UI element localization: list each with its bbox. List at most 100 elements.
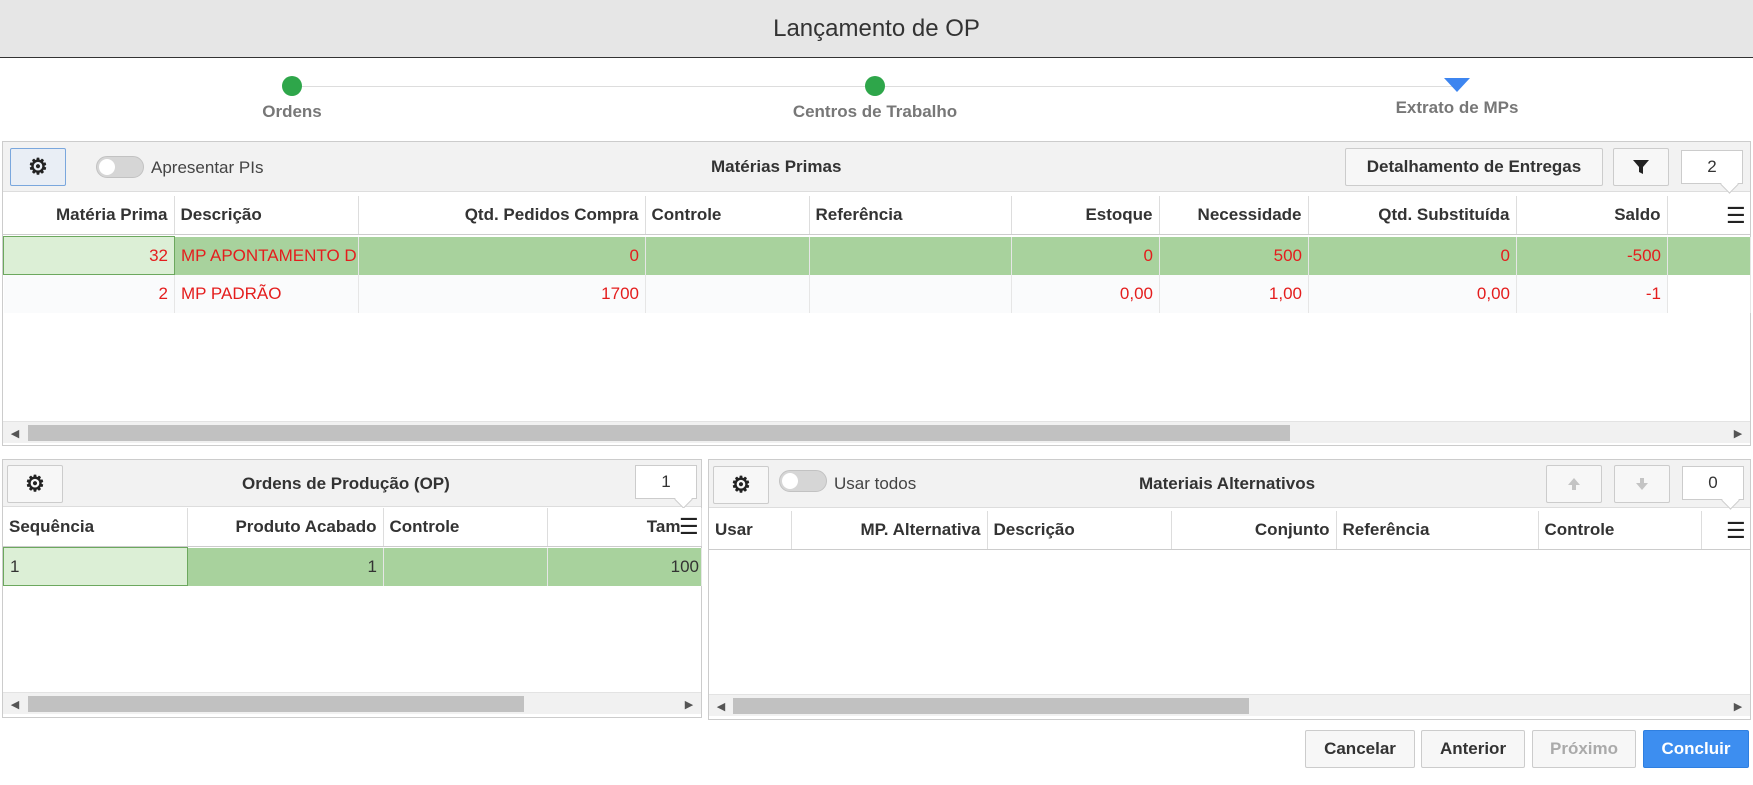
alternativos-settings-button[interactable]: ⚙	[713, 466, 769, 504]
cell-referencia[interactable]	[809, 236, 1012, 275]
gear-icon: ⚙	[731, 472, 751, 497]
wizard-step-centros[interactable]: Centros de Trabalho	[755, 76, 995, 122]
ordens-count: 1	[635, 465, 697, 499]
cell-tam[interactable]: 100	[547, 547, 702, 586]
wizard-step-label: Extrato de MPs	[1395, 98, 1519, 117]
alternativos-title: Materiais Alternativos	[1139, 474, 1316, 493]
wizard-steps: Ordens Centros de Trabalho Extrato de MP…	[0, 58, 1753, 138]
col-necessidade[interactable]: Necessidade	[1159, 196, 1309, 234]
cell-qtd-substituida[interactable]: 0,00	[1308, 274, 1517, 313]
materias-grid-header: Matéria Prima Descrição Qtd. Pedidos Com…	[3, 196, 1750, 235]
cell-necessidade[interactable]: 1,00	[1159, 274, 1309, 313]
col-controle[interactable]: Controle	[1538, 511, 1702, 549]
apresentar-pis-toggle[interactable]	[96, 156, 144, 178]
move-up-button[interactable]	[1546, 465, 1602, 503]
cell-qtd-pedidos[interactable]: 1700	[358, 274, 646, 313]
alternativos-grid-header: Usar MP. Alternativa Descrição Conjunto …	[709, 511, 1750, 550]
arrow-up-icon	[1568, 478, 1580, 490]
gear-icon: ⚙	[25, 471, 45, 496]
cell-qtd-pedidos[interactable]: 0	[358, 236, 646, 275]
cell-saldo[interactable]: -1	[1516, 274, 1668, 313]
col-estoque[interactable]: Estoque	[1011, 196, 1160, 234]
ordens-producao-panel: ⚙ Ordens de Produção (OP) 1 Sequência Pr…	[2, 459, 702, 718]
cell-referencia[interactable]	[809, 274, 1012, 313]
scroll-left-icon[interactable]: ◀	[711, 695, 731, 717]
scroll-thumb[interactable]	[28, 425, 1290, 441]
materias-grid-body: 32 MP APONTAMENTO DE 0 0 500 0 -500 2 MP…	[3, 236, 1751, 313]
ordens-hscrollbar[interactable]: ◀ ▶	[3, 692, 701, 714]
cell-sequencia[interactable]: 1	[3, 547, 188, 586]
materias-settings-button[interactable]: ⚙	[10, 148, 66, 186]
step-done-icon	[865, 76, 885, 96]
materias-title: Matérias Primas	[711, 157, 842, 176]
ordens-grid-body: 1 1 100	[3, 547, 702, 586]
scroll-right-icon[interactable]: ▶	[1728, 695, 1748, 717]
alternativos-toolbar: ⚙ Usar todos Materiais Alternativos 0	[709, 460, 1750, 508]
col-descricao[interactable]: Descrição	[174, 196, 359, 234]
col-mp-alternativa[interactable]: MP. Alternativa	[791, 511, 988, 549]
arrow-down-icon	[1636, 478, 1648, 490]
col-materia-prima[interactable]: Matéria Prima	[3, 196, 175, 234]
col-referencia[interactable]: Referência	[809, 196, 1012, 234]
apresentar-pis-label: Apresentar PIs	[151, 158, 264, 177]
col-referencia[interactable]: Referência	[1336, 511, 1539, 549]
col-conjunto[interactable]: Conjunto	[1171, 511, 1337, 549]
materias-hscrollbar[interactable]: ◀ ▶	[3, 421, 1750, 443]
column-menu-icon[interactable]: ☰	[679, 516, 699, 538]
column-menu-icon[interactable]: ☰	[1726, 205, 1746, 227]
cell-qtd-substituida[interactable]: 0	[1308, 236, 1517, 275]
next-button[interactable]: Próximo	[1532, 730, 1636, 768]
ordens-grid-header: Sequência Produto Acabado Controle Tam ☰	[3, 508, 702, 547]
scroll-left-icon[interactable]: ◀	[5, 693, 25, 715]
cell-materia-prima[interactable]: 2	[3, 274, 175, 313]
table-row[interactable]: 2 MP PADRÃO 1700 0,00 1,00 0,00 -1	[3, 274, 1751, 313]
wizard-step-label: Centros de Trabalho	[792, 102, 958, 121]
cell-materia-prima[interactable]: 32	[3, 236, 175, 275]
alternativos-hscrollbar[interactable]: ◀ ▶	[709, 694, 1750, 716]
cell-estoque[interactable]: 0,00	[1011, 274, 1160, 313]
filter-button[interactable]	[1613, 148, 1669, 186]
materiais-alternativos-panel: ⚙ Usar todos Materiais Alternativos 0 Us…	[708, 459, 1751, 720]
col-descricao[interactable]: Descrição	[987, 511, 1172, 549]
cell-controle[interactable]	[383, 547, 548, 586]
cell-controle[interactable]	[645, 274, 810, 313]
previous-button[interactable]: Anterior	[1421, 730, 1525, 768]
table-row[interactable]: 1 1 100	[3, 547, 702, 586]
cell-necessidade[interactable]: 500	[1159, 236, 1309, 275]
detalhamento-entregas-button[interactable]: Detalhamento de Entregas	[1345, 148, 1603, 186]
cell-controle[interactable]	[645, 236, 810, 275]
cell-produto-acabado[interactable]: 1	[187, 547, 384, 586]
scroll-right-icon[interactable]: ▶	[679, 693, 699, 715]
col-sequencia[interactable]: Sequência	[3, 508, 188, 546]
materias-count: 2	[1681, 150, 1743, 184]
gear-icon: ⚙	[28, 154, 48, 179]
col-saldo[interactable]: Saldo	[1516, 196, 1668, 234]
scroll-thumb[interactable]	[28, 696, 524, 712]
usar-todos-toggle[interactable]	[779, 470, 827, 492]
table-row[interactable]: 32 MP APONTAMENTO DE 0 0 500 0 -500	[3, 236, 1751, 275]
move-down-button[interactable]	[1614, 465, 1670, 503]
col-usar[interactable]: Usar	[709, 511, 792, 549]
scroll-left-icon[interactable]: ◀	[5, 422, 25, 444]
col-controle[interactable]: Controle	[383, 508, 548, 546]
scroll-thumb[interactable]	[733, 698, 1249, 714]
col-tam[interactable]: Tam	[547, 508, 702, 546]
col-qtd-pedidos-compra[interactable]: Qtd. Pedidos Compra	[358, 196, 646, 234]
cell-descricao[interactable]: MP APONTAMENTO DE	[174, 236, 359, 275]
scroll-right-icon[interactable]: ▶	[1728, 422, 1748, 444]
step-current-icon	[1444, 78, 1470, 92]
col-controle[interactable]: Controle	[645, 196, 810, 234]
wizard-step-extrato[interactable]: Extrato de MPs	[1337, 78, 1577, 118]
filter-icon	[1633, 160, 1649, 174]
column-menu-icon[interactable]: ☰	[1726, 520, 1746, 542]
cancel-button[interactable]: Cancelar	[1305, 730, 1415, 768]
col-qtd-substituida[interactable]: Qtd. Substituída	[1308, 196, 1517, 234]
ordens-toolbar: ⚙ Ordens de Produção (OP) 1	[3, 460, 701, 507]
cell-descricao[interactable]: MP PADRÃO	[174, 274, 359, 313]
col-produto-acabado[interactable]: Produto Acabado	[187, 508, 384, 546]
finish-button[interactable]: Concluir	[1643, 730, 1749, 768]
cell-saldo[interactable]: -500	[1516, 236, 1668, 275]
cell-estoque[interactable]: 0	[1011, 236, 1160, 275]
ordens-settings-button[interactable]: ⚙	[7, 465, 63, 503]
wizard-step-ordens[interactable]: Ordens	[172, 76, 412, 122]
